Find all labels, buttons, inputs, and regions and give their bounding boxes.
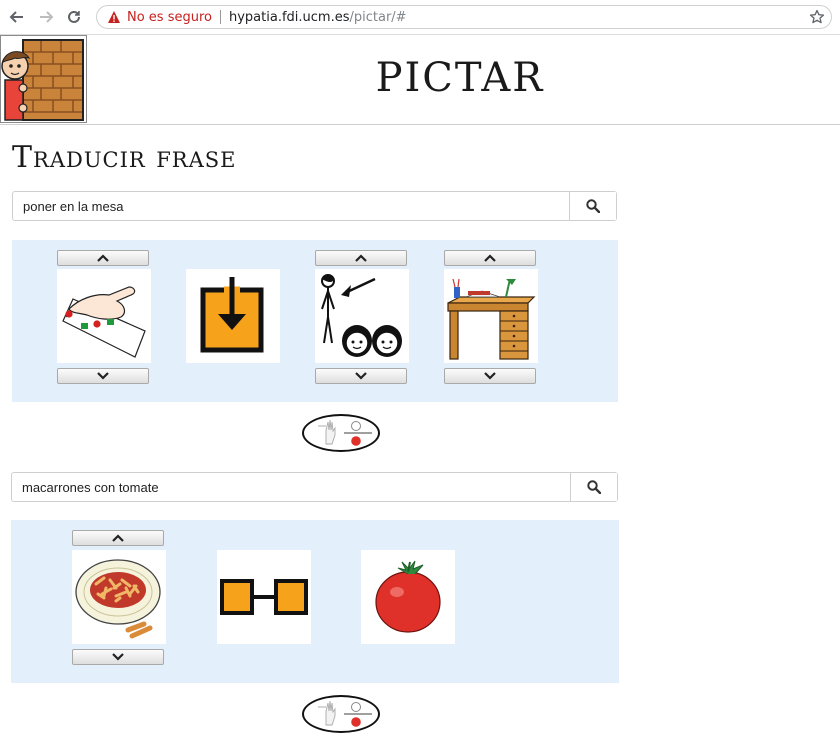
- pictogram-mesa[interactable]: [444, 269, 538, 363]
- chevron-down-icon: [112, 653, 124, 661]
- next-pictogram-button[interactable]: [72, 649, 164, 665]
- chevron-up-icon: [112, 534, 124, 542]
- next-pictogram-button[interactable]: [444, 368, 536, 384]
- reload-icon: [68, 10, 80, 23]
- back-button[interactable]: [6, 6, 28, 28]
- pictogram-tomate[interactable]: [361, 550, 455, 644]
- next-pictogram-button[interactable]: [315, 368, 407, 384]
- sign-language-toggle-2[interactable]: [302, 695, 380, 733]
- chevron-up-icon: [484, 254, 496, 262]
- pictogram-panel-1: [12, 240, 618, 402]
- previous-pictogram-button[interactable]: [72, 530, 164, 546]
- reload-button[interactable]: [63, 6, 85, 28]
- search-button-1[interactable]: [569, 192, 616, 220]
- back-arrow-icon: [9, 11, 23, 23]
- sign-language-toggle-icon: [318, 700, 372, 727]
- chevron-down-icon: [355, 372, 367, 380]
- url-path: /pictar/#: [349, 9, 407, 25]
- site-logo[interactable]: [0, 35, 87, 123]
- previous-pictogram-button[interactable]: [444, 250, 536, 266]
- site-header: PICTAR: [0, 35, 840, 125]
- security-label[interactable]: No es seguro: [127, 10, 212, 25]
- pictogram-panel-2: [11, 520, 619, 683]
- site-title: PICTAR: [375, 55, 545, 101]
- chevron-up-icon: [97, 254, 109, 262]
- browser-toolbar: No es seguro hypatia.fdi.ucm.es/pictar/#: [0, 0, 840, 35]
- pictogram-macarrones[interactable]: [72, 550, 166, 644]
- chevron-down-icon: [97, 372, 109, 380]
- chevron-down-icon: [484, 372, 496, 380]
- url-host: hypatia.fdi.ucm.es: [229, 9, 350, 25]
- phrase-search-2: [11, 472, 618, 502]
- previous-pictogram-button[interactable]: [315, 250, 407, 266]
- search-button-2[interactable]: [570, 473, 617, 501]
- search-icon: [586, 199, 600, 213]
- url-divider: [220, 10, 221, 24]
- next-pictogram-button[interactable]: [57, 368, 149, 384]
- phrase-input-1[interactable]: [13, 192, 568, 220]
- chevron-up-icon: [355, 254, 367, 262]
- pictogram-en[interactable]: [186, 269, 280, 363]
- address-bar[interactable]: No es seguro hypatia.fdi.ucm.es/pictar/#: [96, 5, 832, 29]
- sign-language-toggle-1[interactable]: [302, 414, 380, 452]
- phrase-input-2[interactable]: [12, 473, 569, 501]
- previous-pictogram-button[interactable]: [57, 250, 149, 266]
- forward-arrow-icon: [40, 11, 54, 23]
- star-icon[interactable]: [809, 9, 825, 25]
- page-title: Traducir frase: [12, 140, 237, 175]
- forward-button[interactable]: [35, 6, 57, 28]
- pictogram-con[interactable]: [217, 550, 311, 644]
- search-icon: [587, 480, 601, 494]
- phrase-search-1: [12, 191, 617, 221]
- warning-icon: [107, 10, 121, 24]
- sign-language-toggle-icon: [318, 419, 372, 446]
- pictogram-la[interactable]: [315, 269, 409, 363]
- pictogram-poner[interactable]: [57, 269, 151, 363]
